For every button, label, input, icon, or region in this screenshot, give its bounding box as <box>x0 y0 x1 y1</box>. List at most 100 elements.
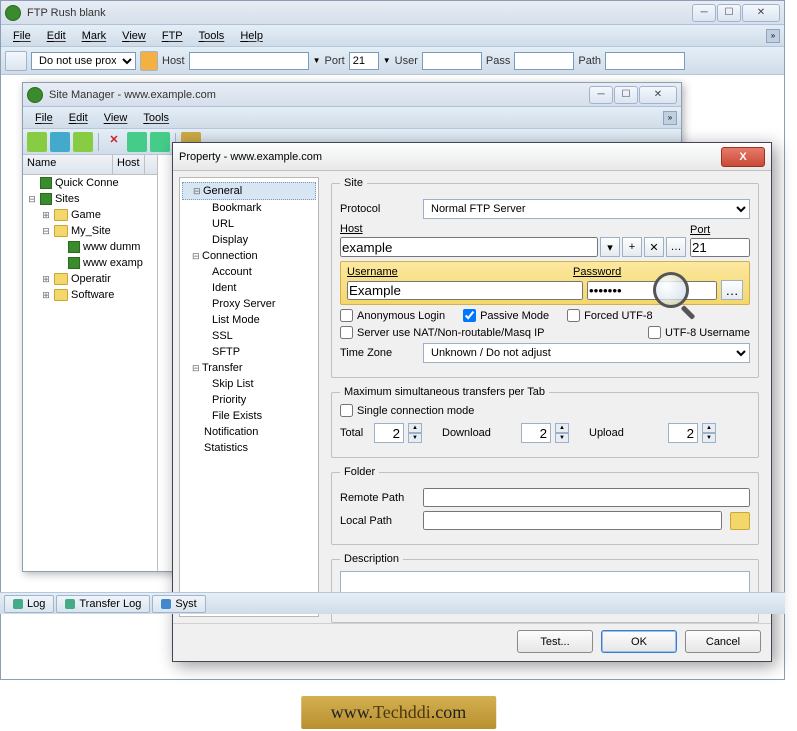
nav-statistics[interactable]: Statistics <box>182 440 316 456</box>
tab-syst[interactable]: Syst <box>152 595 205 613</box>
tree-software[interactable]: ⊞Software <box>23 287 157 303</box>
toolbar-tool-icon[interactable] <box>5 51 27 71</box>
local-path-field[interactable] <box>423 511 722 530</box>
nav-priority[interactable]: Priority <box>182 392 316 408</box>
tree-sites[interactable]: ⊟Sites <box>23 191 157 207</box>
sm-tb-delete-icon[interactable]: ✕ <box>104 132 124 152</box>
tree-example[interactable]: www examp <box>23 255 157 271</box>
sm-menu-tools[interactable]: Tools <box>135 110 177 126</box>
host-dropdown-icon[interactable]: ▼ <box>313 56 321 65</box>
sm-minimize-button[interactable]: ─ <box>589 86 613 104</box>
spin-down-icon[interactable]: ▼ <box>555 433 569 443</box>
nav-notification[interactable]: Notification <box>182 424 316 440</box>
test-button[interactable]: Test... <box>517 630 593 653</box>
ok-button[interactable]: OK <box>601 630 677 653</box>
pass-input[interactable] <box>514 52 574 70</box>
menu-tools[interactable]: Tools <box>191 28 233 44</box>
tree-quick-connect[interactable]: Quick Conne <box>23 175 157 191</box>
tree-mysites[interactable]: ⊟My_Site <box>23 223 157 239</box>
nav-bookmark[interactable]: Bookmark <box>182 200 316 216</box>
upload-spinner[interactable] <box>668 423 698 443</box>
remote-path-field[interactable] <box>423 488 750 507</box>
username-field[interactable] <box>347 281 583 300</box>
cancel-button[interactable]: Cancel <box>685 630 761 653</box>
collapse-icon[interactable]: ⊟ <box>41 226 51 237</box>
tab-transfer-log[interactable]: Transfer Log <box>56 595 150 613</box>
collapse-icon[interactable]: ⊟ <box>192 251 202 262</box>
tz-select[interactable]: Unknown / Do not adjust <box>423 343 750 363</box>
collapse-icon[interactable]: ⊟ <box>193 186 203 197</box>
download-spinner[interactable] <box>521 423 551 443</box>
menu-mark[interactable]: Mark <box>74 28 114 44</box>
sm-menu-file[interactable]: File <box>27 110 61 126</box>
sm-tb-icon1[interactable] <box>27 132 47 152</box>
nav-listmode[interactable]: List Mode <box>182 312 316 328</box>
port-input[interactable] <box>349 52 379 70</box>
tree-dummy[interactable]: www dumm <box>23 239 157 255</box>
anon-checkbox[interactable]: Anonymous Login <box>340 309 445 322</box>
menu-file[interactable]: File <box>5 28 39 44</box>
utf8user-checkbox[interactable]: UTF-8 Username <box>648 326 750 339</box>
main-titlebar[interactable]: FTP Rush blank ─ ☐ ✕ <box>1 1 784 25</box>
user-input[interactable] <box>422 52 482 70</box>
proxy-select[interactable]: Do not use proxy <box>31 52 136 70</box>
tree-game[interactable]: ⊞Game <box>23 207 157 223</box>
menu-overflow-icon[interactable]: » <box>766 29 780 43</box>
nav-general[interactable]: ⊟General <box>182 182 316 200</box>
nat-checkbox[interactable]: Server use NAT/Non-routable/Masq IP <box>340 326 544 339</box>
sm-tb-icon3[interactable] <box>73 132 93 152</box>
path-input[interactable] <box>605 52 685 70</box>
spin-down-icon[interactable]: ▼ <box>702 433 716 443</box>
sm-menu-edit[interactable]: Edit <box>61 110 96 126</box>
sm-tb-icon4[interactable] <box>127 132 147 152</box>
tree-operatir[interactable]: ⊞Operatir <box>23 271 157 287</box>
menu-ftp[interactable]: FTP <box>154 28 191 44</box>
expand-icon[interactable]: ⊞ <box>41 290 51 301</box>
nav-account[interactable]: Account <box>182 264 316 280</box>
expand-icon[interactable]: ⊞ <box>41 210 51 221</box>
spin-up-icon[interactable]: ▲ <box>555 423 569 433</box>
collapse-icon[interactable]: ⊟ <box>27 194 37 205</box>
menu-view[interactable]: View <box>114 28 154 44</box>
port-dropdown-icon[interactable]: ▼ <box>383 56 391 65</box>
nav-fileexists[interactable]: File Exists <box>182 408 316 424</box>
expand-icon[interactable]: ⊞ <box>41 274 51 285</box>
nav-display[interactable]: Display <box>182 232 316 248</box>
menu-edit[interactable]: Edit <box>39 28 74 44</box>
menu-help[interactable]: Help <box>232 28 271 44</box>
spin-up-icon[interactable]: ▲ <box>702 423 716 433</box>
sm-tb-icon2[interactable] <box>50 132 70 152</box>
nav-sftp[interactable]: SFTP <box>182 344 316 360</box>
host-field[interactable] <box>340 237 598 257</box>
total-spinner[interactable] <box>374 423 404 443</box>
prop-close-button[interactable]: X <box>721 147 765 167</box>
host-more-button[interactable]: … <box>666 237 686 257</box>
spin-down-icon[interactable]: ▼ <box>408 433 422 443</box>
sm-menu-view[interactable]: View <box>96 110 136 126</box>
utf8-checkbox[interactable]: Forced UTF-8 <box>567 309 652 322</box>
nav-ssl[interactable]: SSL <box>182 328 316 344</box>
protocol-select[interactable]: Normal FTP Server <box>423 199 750 219</box>
password-field[interactable] <box>587 281 717 300</box>
passive-checkbox[interactable]: Passive Mode <box>463 309 549 322</box>
host-input[interactable] <box>189 52 309 70</box>
sm-maximize-button[interactable]: ☐ <box>614 86 638 104</box>
col-name[interactable]: Name <box>23 155 113 174</box>
nav-proxyserver[interactable]: Proxy Server <box>182 296 316 312</box>
nav-transfer[interactable]: ⊟Transfer <box>182 360 316 376</box>
maximize-button[interactable]: ☐ <box>717 4 741 22</box>
spin-up-icon[interactable]: ▲ <box>408 423 422 433</box>
port-field[interactable] <box>690 238 750 257</box>
close-button[interactable]: ✕ <box>742 4 780 22</box>
nav-url[interactable]: URL <box>182 216 316 232</box>
sm-tb-icon5[interactable] <box>150 132 170 152</box>
host-add-button[interactable]: + <box>622 237 642 257</box>
nav-connection[interactable]: ⊟Connection <box>182 248 316 264</box>
browse-folder-button[interactable] <box>730 512 750 530</box>
sm-menu-overflow-icon[interactable]: » <box>663 111 677 125</box>
sm-close-button[interactable]: ✕ <box>639 86 677 104</box>
password-browse-button[interactable]: … <box>721 280 743 300</box>
sm-titlebar[interactable]: Site Manager - www.example.com ─ ☐ ✕ <box>23 83 681 107</box>
nav-skiplist[interactable]: Skip List <box>182 376 316 392</box>
prop-titlebar[interactable]: Property - www.example.com X <box>173 143 771 171</box>
